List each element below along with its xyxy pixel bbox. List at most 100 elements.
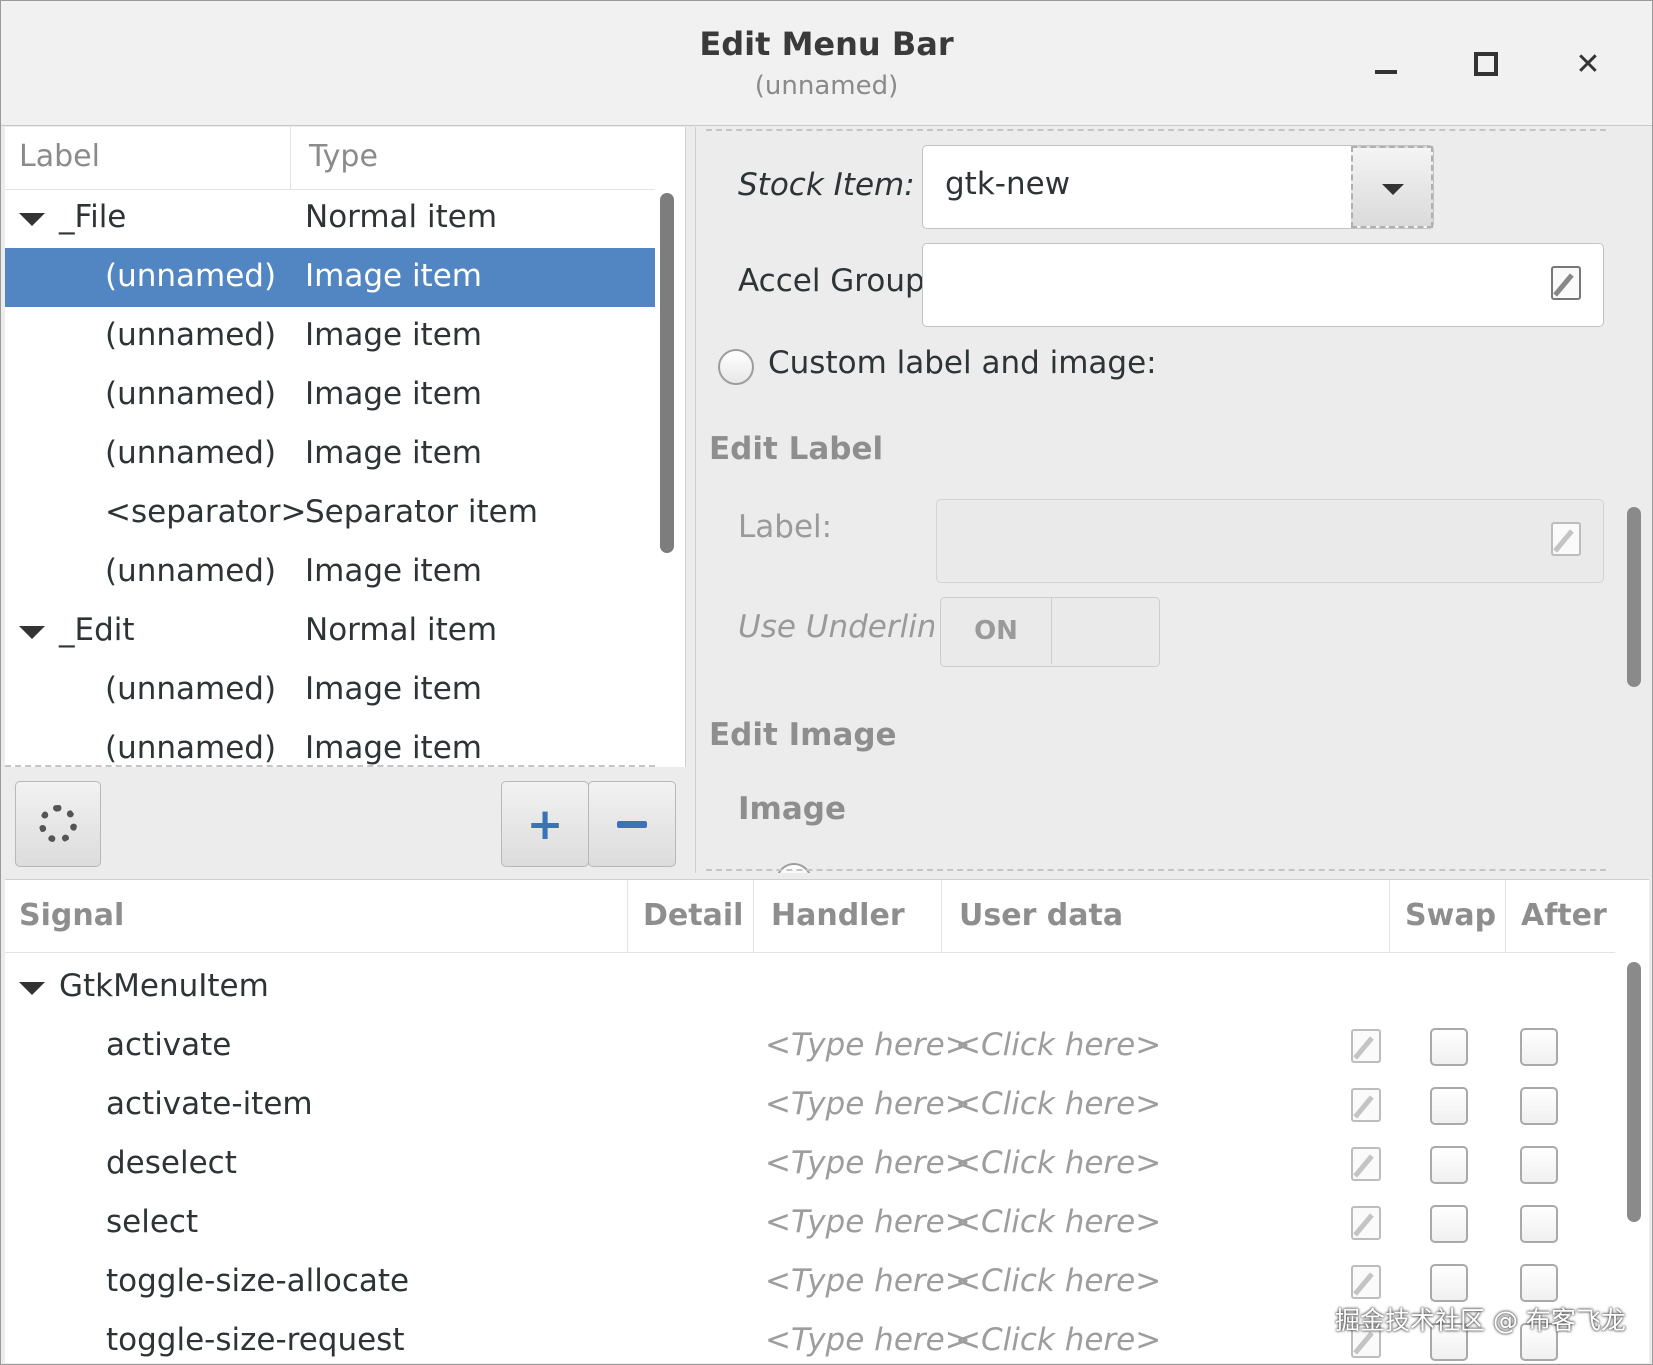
- tree-row-type: Image item: [305, 317, 482, 353]
- edit-icon[interactable]: [1551, 266, 1581, 300]
- custom-label-radio-label[interactable]: Custom label and image:: [768, 345, 1157, 381]
- after-checkbox[interactable]: [1520, 1264, 1558, 1302]
- edit-icon[interactable]: [1351, 1088, 1381, 1122]
- handler-field[interactable]: <Type here>: [765, 1086, 971, 1122]
- remove-item-button[interactable]: [588, 781, 676, 867]
- swap-checkbox[interactable]: [1430, 1028, 1468, 1066]
- handler-field[interactable]: <Type here>: [765, 1263, 971, 1299]
- column-header-label[interactable]: Label: [19, 139, 100, 174]
- minimize-button[interactable]: [1361, 39, 1411, 89]
- column-divider: [753, 880, 754, 952]
- edit-icon[interactable]: [1351, 1265, 1381, 1299]
- user-data-field[interactable]: <Click here>: [955, 1145, 1161, 1181]
- tree-row-label: <separator>: [105, 494, 307, 530]
- edit-icon[interactable]: [1351, 1206, 1381, 1240]
- tree-row-label: _Edit: [59, 612, 135, 648]
- signal-group-row[interactable]: GtkMenuItem: [5, 958, 1615, 1017]
- tree-row-label: (unnamed): [105, 671, 277, 707]
- use-underline-label: Use Underline:: [738, 609, 934, 645]
- close-icon: ✕: [1575, 46, 1601, 82]
- tree-row-type: Normal item: [305, 199, 498, 235]
- tree-row[interactable]: (unnamed) Image item: [5, 720, 655, 767]
- tree-row-selected[interactable]: (unnamed) Image item: [5, 248, 655, 307]
- image-heading: Image: [738, 791, 846, 827]
- user-data-field[interactable]: <Click here>: [955, 1027, 1161, 1063]
- signal-row[interactable]: activate <Type here> <Click here>: [5, 1017, 1615, 1076]
- edit-icon[interactable]: [1351, 1029, 1381, 1063]
- tree-row[interactable]: (unnamed) Image item: [5, 425, 655, 484]
- signal-row[interactable]: deselect <Type here> <Click here>: [5, 1135, 1615, 1194]
- tree-scrollbar[interactable]: [660, 193, 674, 553]
- swap-checkbox[interactable]: [1430, 1146, 1468, 1184]
- handler-field[interactable]: <Type here>: [765, 1322, 971, 1358]
- column-header-detail[interactable]: Detail: [643, 898, 743, 933]
- tree-row-label: (unnamed): [105, 730, 277, 766]
- tree-row[interactable]: (unnamed) Image item: [5, 366, 655, 425]
- user-data-field[interactable]: <Click here>: [955, 1204, 1161, 1240]
- stock-item-combo[interactable]: gtk-new: [922, 145, 1434, 229]
- signal-name: toggle-size-allocate: [106, 1263, 410, 1299]
- expander-down-icon[interactable]: [19, 626, 45, 639]
- expander-down-icon[interactable]: [19, 213, 45, 226]
- signal-row[interactable]: activate-item <Type here> <Click here>: [5, 1076, 1615, 1135]
- handler-field[interactable]: <Type here>: [765, 1027, 971, 1063]
- tree-row[interactable]: _Edit Normal item: [5, 602, 655, 661]
- edit-icon[interactable]: [1551, 522, 1581, 556]
- accel-group-field[interactable]: [922, 243, 1604, 327]
- tree-row[interactable]: (unnamed) Image item: [5, 543, 655, 602]
- tree-row[interactable]: <separator> Separator item: [5, 484, 655, 543]
- column-divider: [290, 127, 291, 189]
- use-underline-switch[interactable]: ON: [940, 597, 1160, 667]
- signal-name: activate-item: [106, 1086, 313, 1122]
- edit-icon[interactable]: [1351, 1147, 1381, 1181]
- after-checkbox[interactable]: [1520, 1028, 1558, 1066]
- column-header-user-data[interactable]: User data: [959, 898, 1123, 933]
- maximize-icon: [1474, 52, 1498, 76]
- signal-group-name: GtkMenuItem: [59, 968, 269, 1004]
- user-data-field[interactable]: <Click here>: [955, 1263, 1161, 1299]
- column-divider: [1389, 880, 1390, 952]
- signal-name: deselect: [106, 1145, 237, 1181]
- signal-row[interactable]: select <Type here> <Click here>: [5, 1194, 1615, 1253]
- swap-checkbox[interactable]: [1430, 1264, 1468, 1302]
- close-button[interactable]: ✕: [1563, 39, 1613, 89]
- user-data-field[interactable]: <Click here>: [955, 1322, 1161, 1358]
- expander-down-icon[interactable]: [19, 982, 45, 995]
- menu-item-tree[interactable]: Label Type _File Normal item (unnamed) I…: [5, 127, 686, 767]
- title-bar[interactable]: Edit Menu Bar (unnamed) ✕: [1, 1, 1652, 126]
- help-button[interactable]: [15, 781, 101, 867]
- maximize-button[interactable]: [1461, 39, 1511, 89]
- add-item-button[interactable]: +: [501, 781, 589, 867]
- after-checkbox[interactable]: [1520, 1087, 1558, 1125]
- signal-name: select: [106, 1204, 199, 1240]
- swap-checkbox[interactable]: [1430, 1087, 1468, 1125]
- properties-panel: Stock Item: gtk-new Accel Group: Custom …: [695, 127, 1616, 873]
- label-field[interactable]: [936, 499, 1604, 583]
- swap-checkbox[interactable]: [1430, 1205, 1468, 1243]
- column-header-type[interactable]: Type: [309, 139, 378, 174]
- tree-row[interactable]: (unnamed) Image item: [5, 307, 655, 366]
- minimize-icon: [1375, 70, 1397, 74]
- image-radio[interactable]: [776, 863, 812, 873]
- after-checkbox[interactable]: [1520, 1205, 1558, 1243]
- tree-row[interactable]: (unnamed) Image item: [5, 661, 655, 720]
- after-checkbox[interactable]: [1520, 1146, 1558, 1184]
- tree-row[interactable]: _File Normal item: [5, 189, 655, 248]
- chevron-down-icon: [1382, 184, 1404, 195]
- column-header-handler[interactable]: Handler: [771, 898, 905, 933]
- accel-group-label: Accel Group:: [738, 263, 936, 299]
- handler-field[interactable]: <Type here>: [765, 1204, 971, 1240]
- column-header-swap[interactable]: Swap: [1405, 898, 1496, 933]
- column-header-after[interactable]: After: [1521, 898, 1607, 933]
- tree-row-type: Image item: [305, 730, 482, 766]
- tree-row-type: Separator item: [305, 494, 538, 530]
- signals-header: Signal Detail Handler User data Swap Aft…: [5, 880, 1615, 953]
- lifebuoy-icon: [39, 805, 77, 843]
- handler-field[interactable]: <Type here>: [765, 1145, 971, 1181]
- custom-label-radio[interactable]: [718, 349, 754, 385]
- stock-item-dropdown-button[interactable]: [1351, 146, 1433, 228]
- column-header-signal[interactable]: Signal: [19, 898, 124, 933]
- user-data-field[interactable]: <Click here>: [955, 1086, 1161, 1122]
- signals-scrollbar[interactable]: [1627, 962, 1641, 1222]
- properties-scrollbar[interactable]: [1627, 507, 1641, 687]
